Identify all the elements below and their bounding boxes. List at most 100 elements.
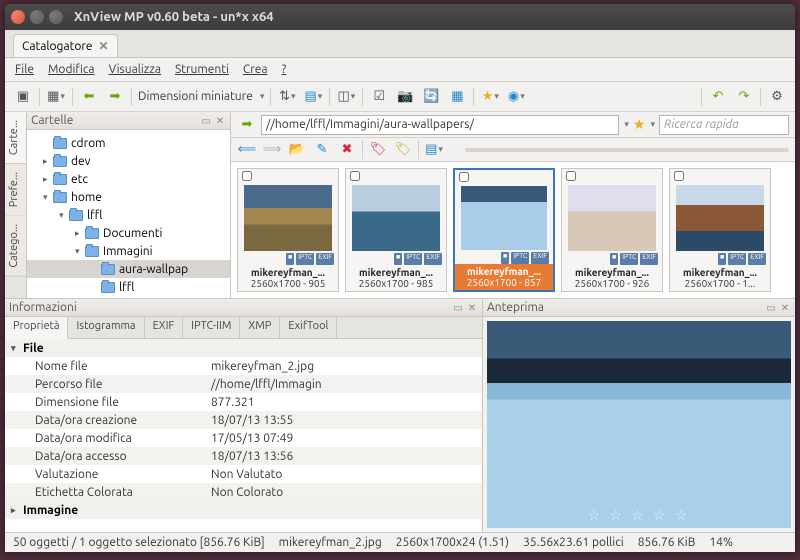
- detach-panel-icon[interactable]: ▭: [452, 302, 464, 314]
- preview-image[interactable]: ☆ ☆ ☆ ☆ ☆: [487, 321, 791, 528]
- filter-icon[interactable]: ▤▾: [303, 87, 323, 107]
- zoom-slider[interactable]: [465, 148, 789, 152]
- tab-exif[interactable]: EXIF: [145, 317, 184, 338]
- layout-icon[interactable]: ▦▾: [46, 87, 66, 107]
- app-window: XnView MP v0.60 beta - un*x x64 Cataloga…: [5, 4, 795, 552]
- thumbnail-size-label: Dimensioni miniature: [138, 90, 253, 103]
- thumbnail-image: [568, 185, 656, 251]
- tree-node-home[interactable]: ▾home: [27, 188, 230, 206]
- path-input[interactable]: //home/lffl/Immagini/aura-wallpapers/: [261, 115, 619, 135]
- edit-icon[interactable]: ✎: [312, 140, 332, 160]
- status-inches: 35.56x23.61 pollici: [523, 536, 624, 549]
- menu-tools[interactable]: Strumenti: [175, 63, 229, 76]
- browser-area: ➡ //home/lffl/Immagini/aura-wallpapers/ …: [231, 112, 795, 298]
- window-close-button[interactable]: [11, 10, 25, 24]
- side-tabbar: Carte... Prefe... Catego...: [5, 112, 27, 298]
- window-minimize-button[interactable]: [30, 10, 44, 24]
- sidetab-folders[interactable]: Carte...: [5, 112, 26, 164]
- convert-icon[interactable]: 🔄: [421, 87, 441, 107]
- close-panel-icon[interactable]: ✕: [214, 115, 226, 127]
- info-panel-header: Informazioni ▭ ✕: [5, 299, 482, 317]
- rating-stars[interactable]: ☆ ☆ ☆ ☆ ☆: [588, 507, 691, 524]
- quick-search-input[interactable]: Ricerca rapida: [659, 115, 789, 135]
- favorite-star-icon[interactable]: ★: [633, 116, 646, 133]
- delete-icon[interactable]: ✖: [337, 140, 357, 160]
- window-maximize-button[interactable]: [49, 10, 63, 24]
- thumbnail-item[interactable]: ■IPTCEXIFmikereyfman_...2560x1700 - 926: [561, 168, 663, 292]
- rotate-left-icon[interactable]: ↶: [708, 87, 728, 107]
- preview-panel-title: Anteprima: [487, 301, 544, 314]
- select-icon[interactable]: ☑: [369, 87, 389, 107]
- sidetab-prefs[interactable]: Prefe...: [5, 164, 26, 216]
- favorite-prev-icon[interactable]: ⬅: [79, 87, 99, 107]
- tree-node-cdrom[interactable]: cdrom: [27, 134, 230, 152]
- open-icon[interactable]: 📂: [287, 140, 307, 160]
- tab-catalogatore[interactable]: Catalogatore ✕: [13, 34, 118, 57]
- close-panel-icon[interactable]: ✕: [466, 302, 478, 314]
- status-filename: mikereyfman_2.jpg: [279, 536, 382, 549]
- path-dropdown-icon[interactable]: ▾: [624, 119, 629, 130]
- close-panel-icon[interactable]: ✕: [779, 302, 791, 314]
- view-mode-icon[interactable]: ▤▾: [424, 140, 444, 160]
- rate-icon[interactable]: ★▾: [480, 87, 500, 107]
- batch-icon[interactable]: ▦: [447, 87, 467, 107]
- tab-iptc[interactable]: IPTC-IIM: [183, 317, 240, 338]
- thumb-checkbox[interactable]: [566, 171, 576, 181]
- thumbnail-grid: ■IPTCEXIFmikereyfman_...2560x1700 - 905 …: [231, 162, 795, 298]
- prop-group-image[interactable]: ▸Immagine: [5, 501, 482, 519]
- main-area: Carte... Prefe... Catego... Cartelle ▭ ✕…: [5, 112, 795, 298]
- preview-panel-header: Anteprima ▭ ✕: [483, 299, 795, 317]
- prop-group-file[interactable]: ▾File: [5, 339, 482, 357]
- tree-node-etc[interactable]: ▸etc: [27, 170, 230, 188]
- screenshot-icon[interactable]: 📷: [395, 87, 415, 107]
- compare-icon[interactable]: ◫▾: [336, 87, 356, 107]
- go-icon[interactable]: ➡: [237, 115, 257, 135]
- status-dimensions: 2560x1700x24 (1.51): [396, 536, 509, 549]
- label-icon[interactable]: ◉▾: [506, 87, 526, 107]
- tree-node-lffl[interactable]: ▾lffl: [27, 206, 230, 224]
- tree-node-immagini[interactable]: ▾Immagini: [27, 242, 230, 260]
- tree-node-aura-wallpapers[interactable]: aura-wallpap: [27, 260, 230, 278]
- menu-file[interactable]: File: [15, 63, 34, 76]
- sidetab-categories[interactable]: Catego...: [5, 216, 26, 277]
- rotate-right-icon[interactable]: ↷: [734, 87, 754, 107]
- close-tab-icon[interactable]: ✕: [99, 39, 109, 53]
- thumb-checkbox[interactable]: [242, 171, 252, 181]
- tab-properties[interactable]: Proprietà: [5, 317, 68, 339]
- favorite-next-icon[interactable]: ➡: [105, 87, 125, 107]
- menu-view[interactable]: Visualizza: [109, 63, 161, 76]
- thumbnail-item[interactable]: ■IPTCEXIFmikereyfman_...2560x1700 - 1...: [669, 168, 771, 292]
- menu-edit[interactable]: Modifica: [48, 63, 95, 76]
- menu-help[interactable]: ?: [282, 63, 287, 76]
- sort-icon[interactable]: ⇅▾: [277, 87, 297, 107]
- tab-exiftool[interactable]: ExifTool: [280, 317, 337, 338]
- tree-node-dev[interactable]: ▸dev: [27, 152, 230, 170]
- status-filesize: 856.76 KiB: [638, 536, 696, 549]
- settings-icon[interactable]: ⚙: [767, 87, 787, 107]
- tab-xmp[interactable]: XMP: [240, 317, 280, 338]
- thumbnail-size-dropdown-icon[interactable]: ▾: [260, 91, 265, 102]
- tab-histogram[interactable]: Istogramma: [68, 317, 144, 338]
- folders-panel-header: Cartelle ▭ ✕: [27, 112, 230, 130]
- favorite-dropdown-icon[interactable]: ▾: [650, 119, 655, 130]
- menu-create[interactable]: Crea: [243, 63, 268, 76]
- tag-red-icon[interactable]: 🏷: [368, 140, 388, 160]
- thumb-checkbox[interactable]: [350, 171, 360, 181]
- folder-tree[interactable]: cdrom ▸dev ▸etc ▾home ▾lffl ▸Documenti ▾…: [27, 130, 230, 298]
- tree-node-documenti[interactable]: ▸Documenti: [27, 224, 230, 242]
- tag-yellow-icon[interactable]: 🏷: [393, 140, 413, 160]
- detach-panel-icon[interactable]: ▭: [200, 115, 212, 127]
- thumbnail-item-selected[interactable]: ■IPTCEXIFmikereyfman_...2560x1700 - 857: [453, 168, 555, 292]
- prop-row: Dimensione file877.321: [5, 393, 482, 411]
- back-icon[interactable]: ⟸: [237, 140, 257, 160]
- thumbnail-item[interactable]: ■IPTCEXIFmikereyfman_...2560x1700 - 985: [345, 168, 447, 292]
- fullscreen-icon[interactable]: ▣: [13, 87, 33, 107]
- forward-icon[interactable]: ⟹: [262, 140, 282, 160]
- thumb-checkbox[interactable]: [674, 171, 684, 181]
- thumb-checkbox[interactable]: [459, 172, 469, 182]
- tree-node-lffl2[interactable]: lffl: [27, 278, 230, 296]
- folders-panel: Cartelle ▭ ✕ cdrom ▸dev ▸etc ▾home ▾lffl…: [27, 112, 231, 298]
- thumbnail-item[interactable]: ■IPTCEXIFmikereyfman_...2560x1700 - 905: [237, 168, 339, 292]
- detach-panel-icon[interactable]: ▭: [765, 302, 777, 314]
- thumbnail-image: [244, 185, 332, 251]
